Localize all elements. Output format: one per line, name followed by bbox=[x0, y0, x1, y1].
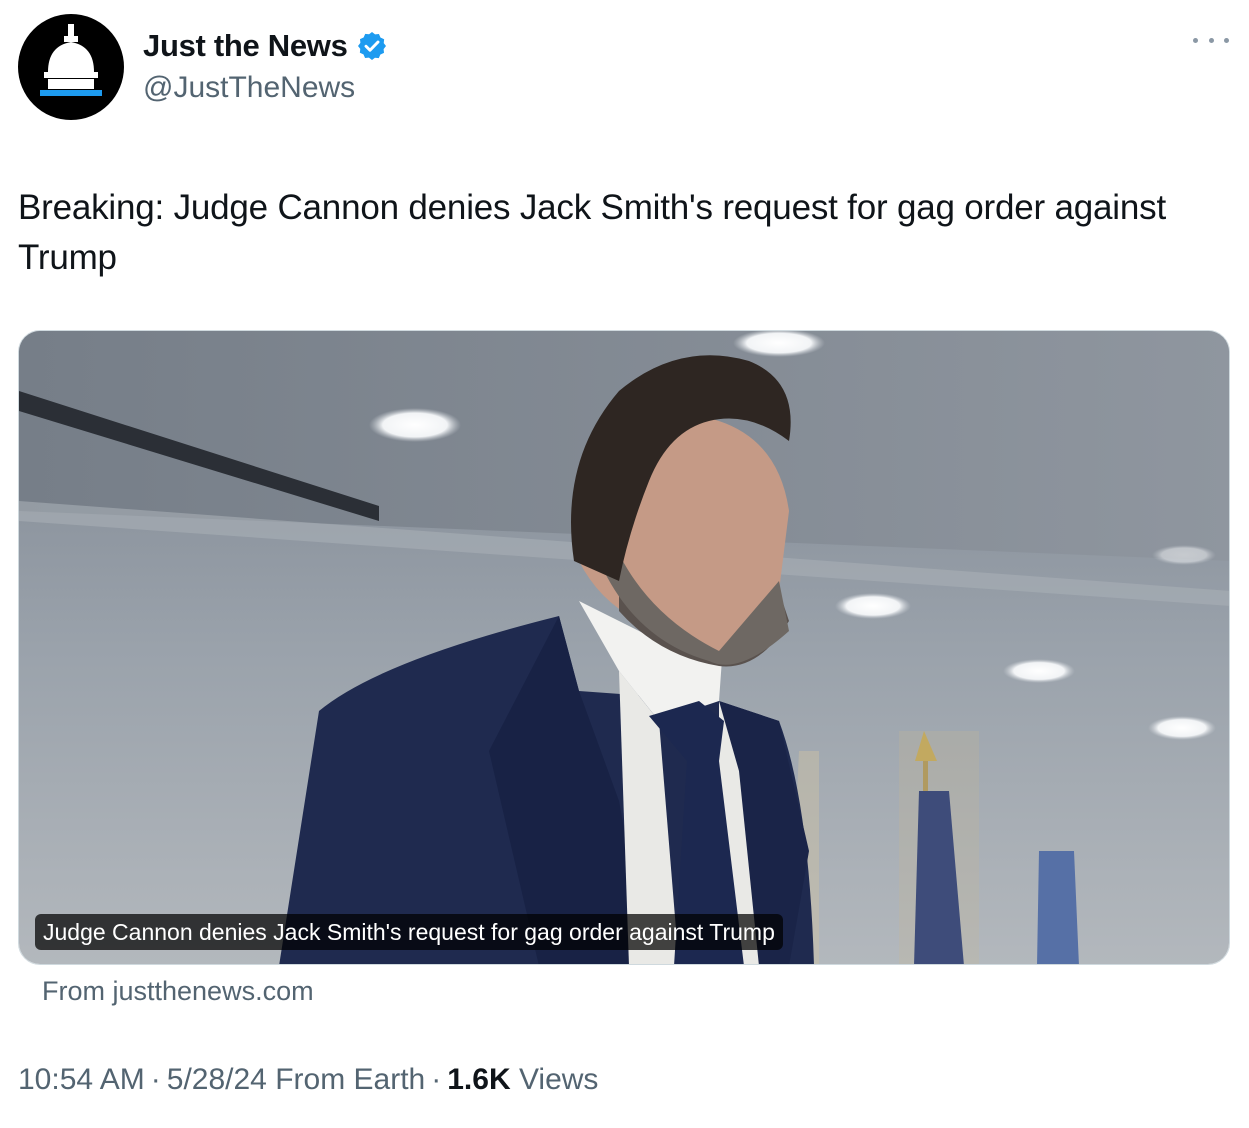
tweet-time[interactable]: 10:54 AM bbox=[18, 1063, 145, 1096]
avatar[interactable] bbox=[18, 14, 124, 120]
views-count[interactable]: 1.6K bbox=[447, 1063, 510, 1096]
tweet-text: Breaking: Judge Cannon denies Jack Smith… bbox=[18, 188, 1166, 277]
tweet-date[interactable]: 5/28/24 bbox=[167, 1063, 267, 1096]
verified-badge-icon bbox=[356, 30, 388, 62]
tweet-location: From Earth bbox=[275, 1063, 426, 1096]
tweet-meta: 10:54 AM · 5/28/24 From Earth · 1.6K Views bbox=[18, 1063, 598, 1097]
meta-separator: · bbox=[150, 1063, 161, 1096]
views-label: Views bbox=[518, 1063, 599, 1096]
article-photo bbox=[19, 331, 1229, 964]
more-dot bbox=[1208, 37, 1214, 43]
account-handle[interactable]: @JustTheNews bbox=[143, 71, 355, 105]
capitol-dome-icon bbox=[40, 24, 102, 96]
more-options-button[interactable] bbox=[1193, 30, 1229, 50]
meta-separator: · bbox=[431, 1063, 442, 1096]
more-dot bbox=[1224, 37, 1229, 43]
card-caption: Judge Cannon denies Jack Smith's request… bbox=[35, 914, 783, 950]
display-name-label: Just the News bbox=[143, 28, 348, 63]
display-name[interactable]: Just the News bbox=[143, 28, 388, 64]
card-source-link[interactable]: From justthenews.com bbox=[42, 976, 314, 1007]
more-dot bbox=[1193, 37, 1198, 43]
link-card[interactable]: Judge Cannon denies Jack Smith's request… bbox=[18, 330, 1230, 965]
